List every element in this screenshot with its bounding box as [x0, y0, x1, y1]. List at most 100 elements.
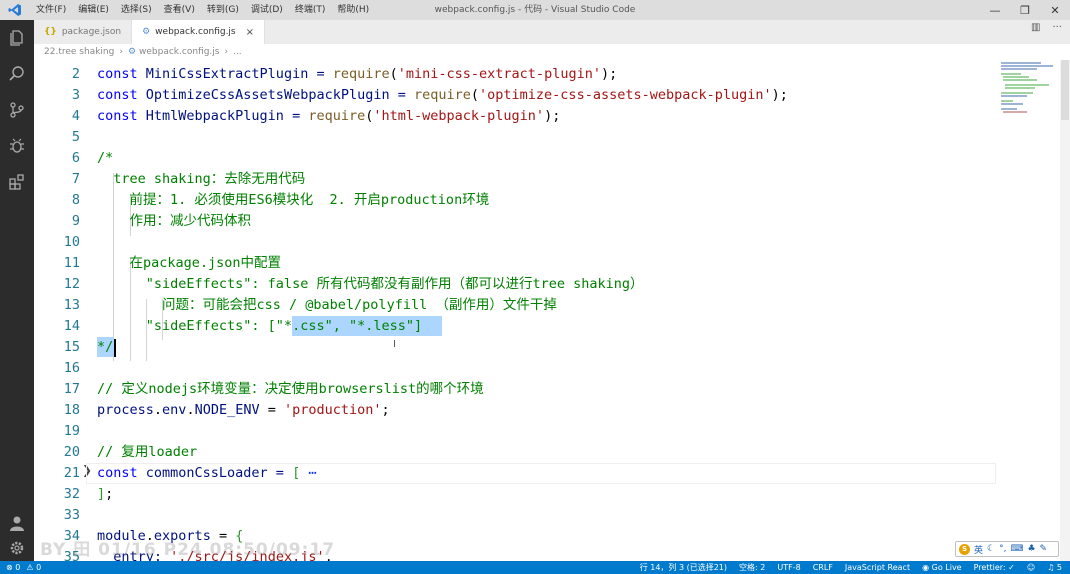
vertical-scrollbar[interactable]	[1060, 60, 1070, 561]
restore-icon[interactable]: ❐	[1010, 0, 1040, 20]
code-area[interactable]: const MiniCssExtractPlugin = require('mi…	[97, 60, 997, 561]
menu-help[interactable]: 帮助(H)	[331, 0, 375, 20]
extensions-icon[interactable]	[0, 164, 34, 200]
prettier-status[interactable]: Prettier: ✓	[974, 563, 1015, 572]
cursor-position[interactable]: 行 14，列 3 (已选择21)	[640, 562, 727, 573]
scrollbar-thumb[interactable]	[1061, 60, 1069, 120]
skin-icon[interactable]: ♣	[1027, 544, 1035, 554]
line-number: 9	[71, 213, 80, 229]
line-number: 10	[63, 234, 80, 250]
code-line: const HtmlWebpackPlugin = require('html-…	[97, 108, 561, 124]
go-live-button[interactable]: ◉ Go Live	[922, 563, 962, 572]
code-line: "sideEffects": ["*.css", "*.less"]	[97, 318, 423, 334]
line-number: 5	[71, 129, 80, 145]
webpack-file-icon: ⚙	[127, 47, 137, 57]
minimap-line	[1001, 65, 1053, 67]
feedback-icon[interactable]: ☺	[1027, 563, 1035, 572]
minimap-line	[1003, 111, 1027, 113]
line-number: 4	[71, 108, 80, 124]
ime-language-toggle[interactable]: 英	[974, 543, 983, 556]
code-line: "sideEffects": false 所有代码都没有副作用（都可以进行tre…	[97, 276, 644, 292]
chevron-right-icon: ›	[224, 47, 229, 57]
debug-icon[interactable]	[0, 128, 34, 164]
moon-icon[interactable]: ☾	[987, 544, 995, 554]
chevron-right-icon: ›	[119, 47, 123, 57]
minimap[interactable]	[999, 60, 1059, 561]
minimap-line	[1001, 92, 1033, 94]
breadcrumb-folder[interactable]: 22.tree shaking	[44, 47, 114, 57]
line-number: 15	[63, 339, 80, 355]
close-tab-icon[interactable]: ×	[246, 27, 254, 38]
editor-actions: ▥ ···	[1031, 22, 1062, 33]
minimap-line	[1001, 100, 1013, 102]
explorer-icon[interactable]	[0, 20, 34, 56]
errors-indicator[interactable]: ⊗ 0	[6, 563, 20, 572]
line-number: 33	[63, 507, 80, 523]
line-number: 21	[63, 465, 80, 481]
status-bar: ⊗ 0 ⚠ 0 行 14，列 3 (已选择21) 空格: 2 UTF-8 CRL…	[0, 561, 1070, 574]
language-mode[interactable]: JavaScript React	[845, 563, 910, 572]
code-line: process.env.NODE_ENV = 'production';	[97, 402, 390, 418]
warnings-indicator[interactable]: ⚠ 0	[26, 563, 41, 572]
bell-icon: ♫	[1047, 563, 1055, 572]
minimap-line	[1003, 79, 1037, 81]
json-file-icon: {}	[44, 27, 57, 37]
line-number: 3	[71, 87, 80, 103]
line-number: 7	[71, 171, 80, 187]
tab-label: package.json	[61, 27, 122, 37]
indentation[interactable]: 空格: 2	[739, 562, 765, 573]
code-editor[interactable]: 2 3 4 5 6 7 8 9 10 11 12 13 14 15 16 17 …	[34, 60, 1070, 561]
minimap-line	[1001, 103, 1023, 105]
code-line: 作用：减少代码体积	[97, 213, 252, 229]
line-number: 32	[63, 486, 80, 502]
breadcrumb-file[interactable]: webpack.config.js	[139, 47, 219, 57]
breadcrumb-trail[interactable]: ...	[233, 47, 242, 57]
sogou-logo-icon[interactable]: S	[959, 543, 970, 555]
line-number: 12	[63, 276, 80, 292]
editor-tabs: {} package.json ⚙ webpack.config.js ×	[34, 20, 1070, 44]
line-number: 16	[63, 360, 80, 376]
code-line: tree shaking：去除无用代码	[97, 171, 306, 187]
code-line: 问题：可能会把css / @babel/polyfill （副作用）文件干掉	[97, 297, 557, 313]
error-icon: ⊗	[6, 563, 13, 572]
encoding[interactable]: UTF-8	[777, 563, 800, 572]
code-line: ];	[97, 486, 114, 502]
text-caret	[114, 339, 116, 357]
line-endings[interactable]: CRLF	[813, 563, 833, 572]
window-controls: — ❐ ✕	[980, 0, 1070, 20]
line-number-gutter: 2 3 4 5 6 7 8 9 10 11 12 13 14 15 16 17 …	[34, 60, 86, 561]
wrench-icon[interactable]: ✎	[1040, 544, 1048, 554]
notifications-button[interactable]: ♫ 5	[1047, 563, 1062, 572]
line-number: 17	[63, 381, 80, 397]
menu-terminal[interactable]: 终端(T)	[289, 0, 332, 20]
menu-debug[interactable]: 调试(D)	[245, 0, 289, 20]
tab-label: webpack.config.js	[155, 27, 236, 37]
minimap-line	[1005, 87, 1035, 89]
menu-view[interactable]: 查看(V)	[158, 0, 201, 20]
source-control-icon[interactable]	[0, 92, 34, 128]
code-line: const MiniCssExtractPlugin = require('mi…	[97, 66, 618, 82]
activity-bar	[0, 20, 34, 561]
breadcrumb: 22.tree shaking › ⚙ webpack.config.js › …	[34, 44, 1070, 60]
menu-selection[interactable]: 选择(S)	[115, 0, 158, 20]
close-icon[interactable]: ✕	[1040, 0, 1070, 20]
menu-file[interactable]: 文件(F)	[30, 0, 72, 20]
minimap-line	[1001, 73, 1021, 75]
minimize-icon[interactable]: —	[980, 0, 1010, 20]
tab-package-json[interactable]: {} package.json	[34, 20, 133, 44]
tab-webpack-config[interactable]: ⚙ webpack.config.js ×	[132, 20, 266, 44]
split-editor-icon[interactable]: ▥	[1031, 22, 1040, 33]
line-number: 8	[71, 192, 80, 208]
minimap-line	[1005, 84, 1049, 86]
keyboard-icon[interactable]: ⌨	[1010, 544, 1023, 554]
code-line: */	[97, 339, 114, 355]
code-line: 前提：1. 必须使用ES6模块化 2. 开启production环境	[97, 192, 490, 208]
more-actions-icon[interactable]: ···	[1052, 22, 1062, 33]
menu-edit[interactable]: 编辑(E)	[72, 0, 115, 20]
minimap-line	[1001, 108, 1017, 110]
search-icon[interactable]	[0, 56, 34, 92]
line-number: 19	[63, 423, 80, 439]
menu-go[interactable]: 转到(G)	[201, 0, 245, 20]
warning-icon: ⚠	[26, 563, 34, 572]
punctuation-icon[interactable]: °,	[999, 544, 1006, 554]
